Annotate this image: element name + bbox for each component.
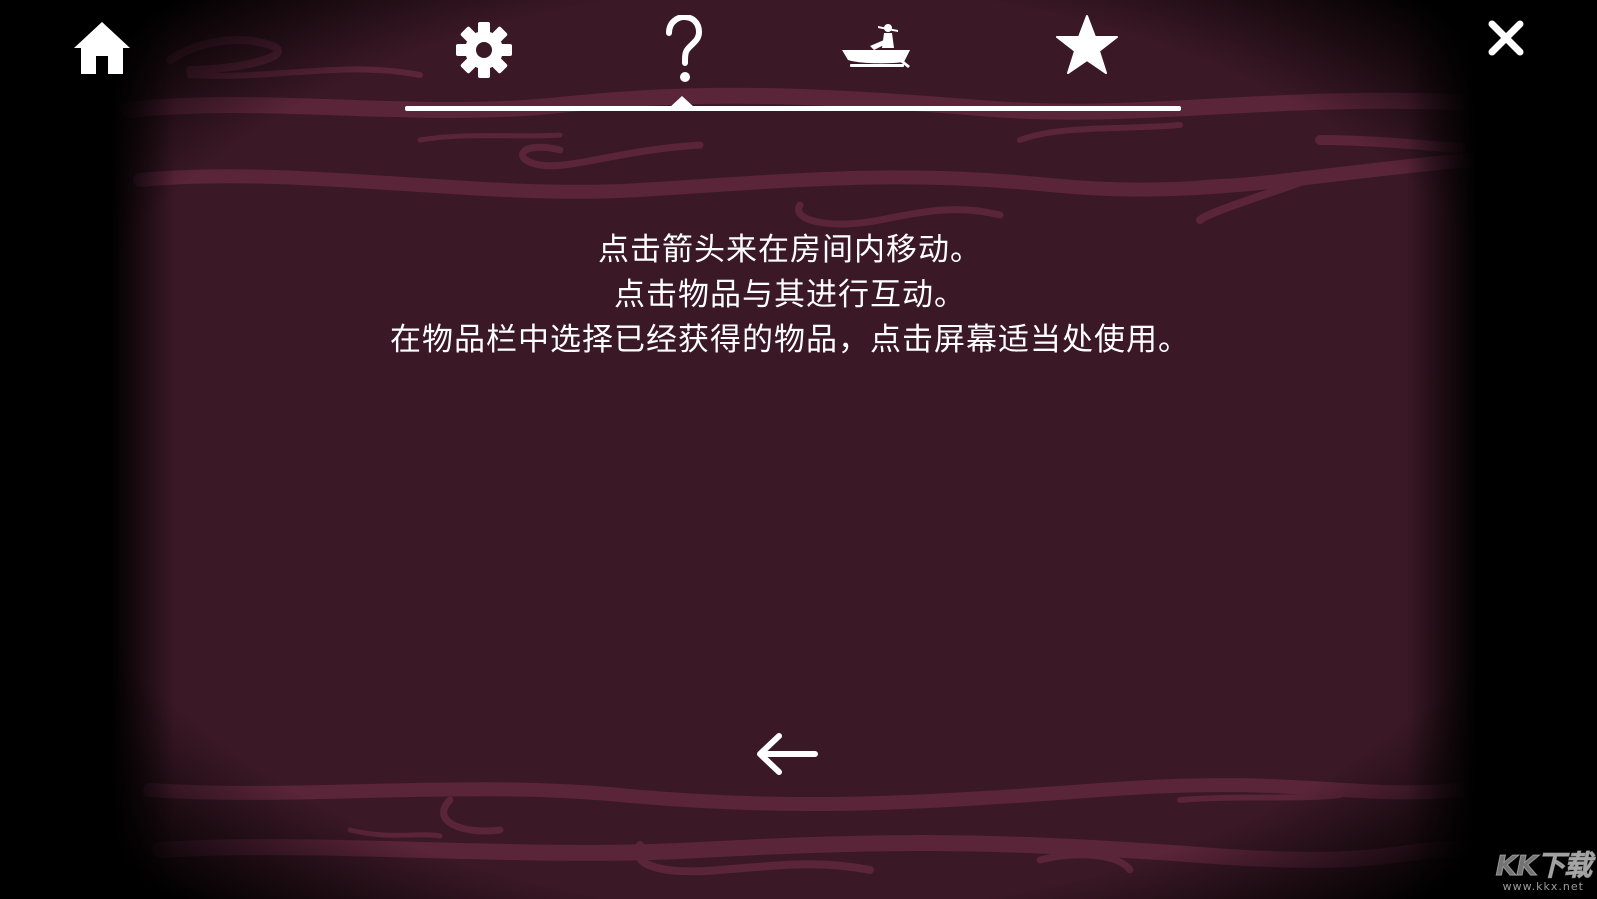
tab-help[interactable]	[658, 14, 708, 86]
help-panel: 点击箭头来在房间内移动。 点击物品与其进行互动。 在物品栏中选择已经获得的物品，…	[0, 0, 1597, 899]
gear-icon	[456, 22, 512, 78]
tab-selected-indicator	[669, 96, 695, 108]
home-button[interactable]	[70, 18, 134, 78]
watermark: KK下载 www.kkx.net	[1495, 844, 1592, 894]
arrow-left-icon	[757, 733, 818, 775]
tab-star[interactable]	[1054, 12, 1120, 78]
back-arrow-button[interactable]	[752, 728, 822, 780]
watermark-url: www.kkx.net	[1502, 880, 1584, 893]
boat-icon	[842, 24, 910, 68]
close-button[interactable]	[1484, 16, 1528, 60]
tab-settings[interactable]	[452, 18, 516, 82]
home-icon	[74, 22, 130, 74]
game-screen: 点击箭头来在房间内移动。 点击物品与其进行互动。 在物品栏中选择已经获得的物品，…	[0, 0, 1597, 899]
question-icon	[666, 15, 703, 82]
help-instructions: 点击箭头来在房间内移动。 点击物品与其进行互动。 在物品栏中选择已经获得的物品，…	[250, 228, 1330, 363]
help-line-inventory: 在物品栏中选择已经获得的物品，点击屏幕适当处使用。	[390, 322, 1190, 358]
tab-divider-line	[405, 106, 1181, 111]
watermark-logo: KK下载	[1495, 849, 1592, 883]
star-icon	[1056, 15, 1118, 74]
help-line-move: 点击箭头来在房间内移动。	[598, 232, 982, 268]
close-icon	[1488, 20, 1524, 56]
help-line-interact: 点击物品与其进行互动。	[614, 277, 966, 313]
tab-boat[interactable]	[838, 20, 914, 72]
